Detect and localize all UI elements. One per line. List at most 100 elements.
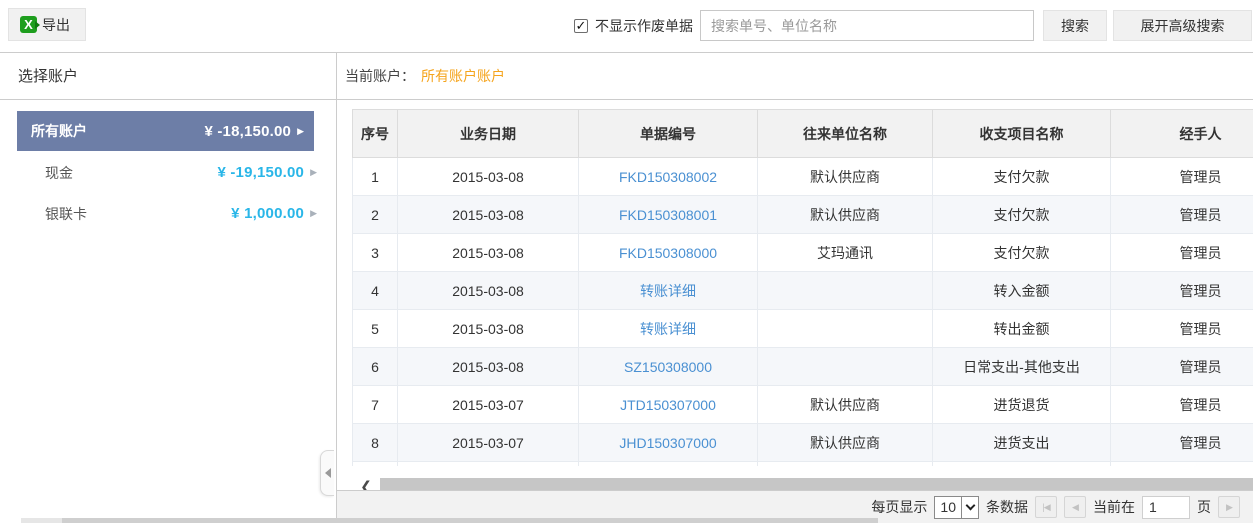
items-label: 条数据 <box>986 497 1028 517</box>
per-page-label: 每页显示 <box>871 497 927 517</box>
cell-item: 支付欠款 <box>933 234 1111 272</box>
table-row[interactable]: 72015-03-07JTD150307000默认供应商进货退货管理员 <box>353 386 1253 424</box>
cell-doc-number[interactable]: JTD150307000 <box>579 386 758 424</box>
cell-item: 支付欠款 <box>933 196 1111 234</box>
column-header-doc-number: 单据编号 <box>579 110 758 158</box>
current-page-label: 当前在 <box>1093 497 1135 517</box>
advanced-search-button[interactable]: 展开高级搜索 <box>1113 10 1252 41</box>
page-scrollbar-thumb[interactable] <box>62 518 878 523</box>
excel-icon: X <box>20 16 37 33</box>
cell-handler: 管理员 <box>1111 196 1253 234</box>
cell-handler <box>1111 462 1253 466</box>
first-page-button[interactable]: |◀ <box>1035 496 1057 518</box>
current-page-input[interactable] <box>1142 496 1190 519</box>
cell-no: 8 <box>353 424 398 462</box>
export-button-label: 导出 <box>42 15 70 35</box>
current-account-bar: 当前账户： 所有账户账户 <box>337 53 1253 100</box>
cell-date: 2015-03-08 <box>398 234 579 272</box>
account-sidebar: 选择账户 所有账户 ¥ -18,150.00 ▶ 现金 ¥ -19,150.00… <box>0 53 337 523</box>
cell-item: 转出金额 <box>933 310 1111 348</box>
hide-voided-filter: ✓ 不显示作废单据 <box>574 16 693 36</box>
cell-counterparty <box>758 462 933 466</box>
chevron-right-icon: ▶ <box>297 126 304 137</box>
cell-handler: 管理员 <box>1111 424 1253 462</box>
prev-page-button[interactable]: ◀ <box>1064 496 1086 518</box>
current-account-value[interactable]: 所有账户账户 <box>421 68 505 84</box>
cell-doc-number[interactable]: SZ150308000 <box>579 348 758 386</box>
account-item-all[interactable]: 所有账户 ¥ -18,150.00 ▶ <box>17 111 314 151</box>
cell-item: 进货支出 <box>933 424 1111 462</box>
cell-date <box>398 462 579 466</box>
cell-doc-number <box>579 462 758 466</box>
account-name: 现金 <box>45 163 73 183</box>
cell-no <box>353 462 398 466</box>
table-row[interactable]: 32015-03-08FKD150308000艾玛通讯支付欠款管理员 <box>353 234 1253 272</box>
cell-doc-number[interactable]: JHD150307000 <box>579 424 758 462</box>
account-balance: ¥ -18,150.00 <box>204 123 291 140</box>
transactions-table: 序号业务日期单据编号往来单位名称收支项目名称经手人 12015-03-08FKD… <box>352 109 1253 466</box>
table-row[interactable]: 52015-03-08转账详细转出金额管理员 <box>353 310 1253 348</box>
column-header-item: 收支项目名称 <box>933 110 1111 158</box>
account-name: 所有账户 <box>31 121 87 141</box>
cell-doc-number[interactable]: FKD150308002 <box>579 158 758 196</box>
per-page-select[interactable]: 10 <box>934 496 979 519</box>
column-header-date: 业务日期 <box>398 110 579 158</box>
cell-date: 2015-03-08 <box>398 196 579 234</box>
cell-doc-number[interactable]: 转账详细 <box>579 310 758 348</box>
table-row[interactable]: 22015-03-08FKD150308001默认供应商支付欠款管理员 <box>353 196 1253 234</box>
main-panel: 当前账户：所有账户账户 序号业务日期单据编号往来单位名称收支项目名称经手人 12… <box>337 53 1253 523</box>
cell-no: 3 <box>353 234 398 272</box>
search-input[interactable] <box>700 10 1034 41</box>
cell-date: 2015-03-07 <box>398 424 579 462</box>
export-button[interactable]: X 导出 <box>8 8 86 41</box>
cell-item: 支付欠款 <box>933 158 1111 196</box>
next-page-button[interactable]: ▶ <box>1218 496 1240 518</box>
chevron-right-icon: ▶ <box>310 167 317 178</box>
cell-handler: 管理员 <box>1111 272 1253 310</box>
cell-no: 1 <box>353 158 398 196</box>
account-balance: ¥ -19,150.00 <box>217 164 304 181</box>
cell-counterparty: 默认供应商 <box>758 158 933 196</box>
cell-doc-number[interactable]: FKD150308001 <box>579 196 758 234</box>
table-row[interactable]: 42015-03-08转账详细转入金额管理员 <box>353 272 1253 310</box>
cell-no: 6 <box>353 348 398 386</box>
cell-item <box>933 462 1111 466</box>
account-item-cash[interactable]: 现金 ¥ -19,150.00 ▶ <box>0 152 336 193</box>
cell-handler: 管理员 <box>1111 234 1253 272</box>
cell-date: 2015-03-07 <box>398 386 579 424</box>
cell-counterparty: 默认供应商 <box>758 424 933 462</box>
hide-voided-checkbox[interactable]: ✓ <box>574 19 588 33</box>
chevron-down-icon <box>961 497 978 518</box>
cell-date: 2015-03-08 <box>398 272 579 310</box>
current-account-label: 当前账户： <box>345 68 415 84</box>
cell-counterparty: 默认供应商 <box>758 386 933 424</box>
cell-doc-number[interactable]: 转账详细 <box>579 272 758 310</box>
app-window: X 导出 ✓ 不显示作废单据 搜索 展开高级搜索 选择账户 所有账户 ¥ -18… <box>0 0 1253 523</box>
table-row[interactable]: 82015-03-07JHD150307000默认供应商进货支出管理员 <box>353 424 1253 462</box>
cell-no: 4 <box>353 272 398 310</box>
cell-counterparty <box>758 310 933 348</box>
sidebar-collapse-handle[interactable] <box>320 450 334 496</box>
per-page-value: 10 <box>935 497 961 518</box>
column-header-counterparty: 往来单位名称 <box>758 110 933 158</box>
page-unit-label: 页 <box>1197 497 1211 517</box>
cell-no: 5 <box>353 310 398 348</box>
collapse-arrow-icon <box>325 468 331 478</box>
toolbar: X 导出 ✓ 不显示作废单据 搜索 展开高级搜索 <box>0 0 1253 52</box>
cell-counterparty: 艾玛通讯 <box>758 234 933 272</box>
chevron-right-icon: ▶ <box>310 208 317 219</box>
transactions-table-wrap: 序号业务日期单据编号往来单位名称收支项目名称经手人 12015-03-08FKD… <box>352 109 1253 466</box>
cell-counterparty <box>758 272 933 310</box>
page-scrollbar-button[interactable] <box>21 518 62 523</box>
table-row[interactable]: 12015-03-08FKD150308002默认供应商支付欠款管理员 <box>353 158 1253 196</box>
cell-doc-number[interactable]: FKD150308000 <box>579 234 758 272</box>
search-button[interactable]: 搜索 <box>1043 10 1107 41</box>
account-item-unionpay[interactable]: 银联卡 ¥ 1,000.00 ▶ <box>0 193 336 234</box>
cell-date: 2015-03-08 <box>398 158 579 196</box>
account-name: 银联卡 <box>45 204 87 224</box>
table-body: 12015-03-08FKD150308002默认供应商支付欠款管理员22015… <box>353 158 1253 466</box>
table-row[interactable]: 62015-03-08SZ150308000日常支出-其他支出管理员 <box>353 348 1253 386</box>
sidebar-title: 选择账户 <box>0 53 336 100</box>
column-header-handler: 经手人 <box>1111 110 1253 158</box>
cell-handler: 管理员 <box>1111 310 1253 348</box>
